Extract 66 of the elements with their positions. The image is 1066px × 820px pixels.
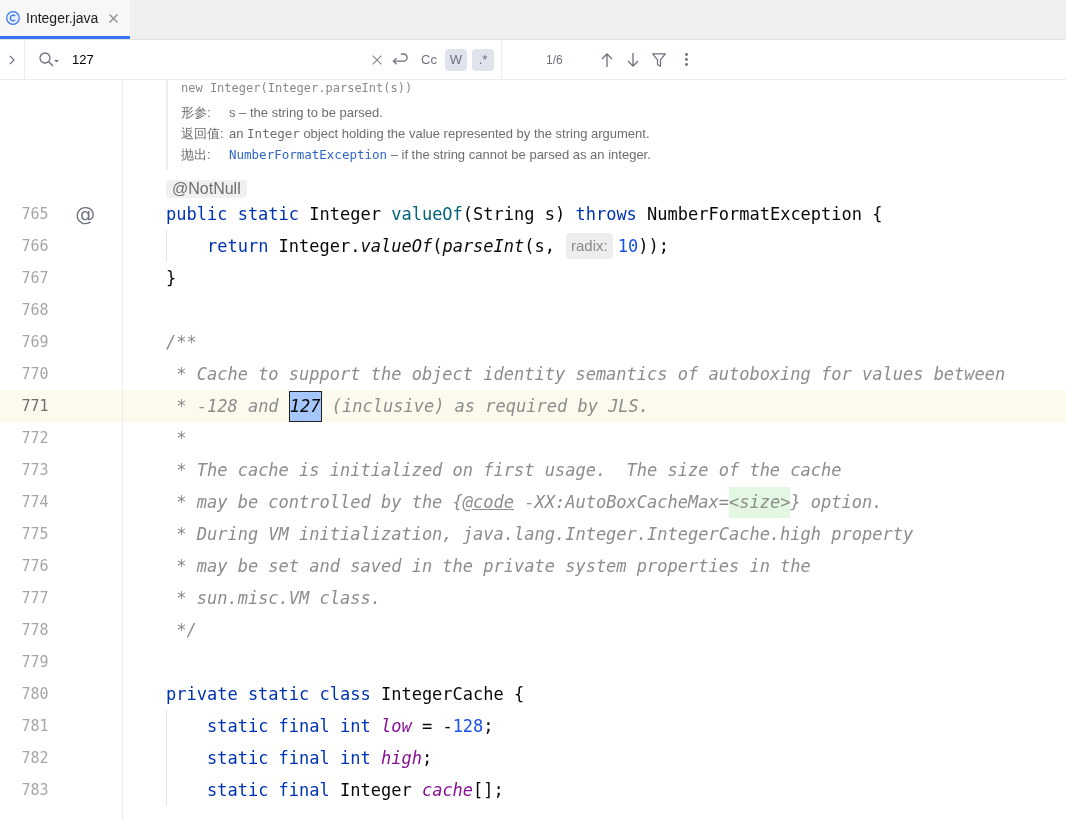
doc-text: s – the string to be parsed. [229, 105, 383, 120]
search-option-toggle[interactable]: W [445, 48, 467, 71]
doc-label: 形参: [181, 103, 212, 122]
line-number: 773 [20, 460, 49, 481]
line-number: 777 [20, 588, 49, 609]
search-match: 127 [288, 390, 322, 422]
doc-signature: new Integer(Integer.parseInt(s)) [181, 80, 414, 96]
line-number: 770 [20, 364, 49, 385]
line-number: 779 [20, 652, 49, 673]
annotation-hint: @NotNull [166, 180, 247, 198]
doc-text: an Integer object holding the value represented by the string argument. [229, 126, 650, 141]
code-text: static final int low = -128; [206, 716, 494, 736]
search-icon[interactable] [39, 52, 59, 67]
code-text: public static Integer valueOf(String s) throws NumberFormatException { [166, 204, 883, 224]
line-number: 781 [20, 716, 49, 737]
line-number: 768 [20, 300, 49, 321]
filter-icon[interactable] [651, 52, 666, 67]
search-option-toggle[interactable]: Cc [418, 48, 440, 71]
code-text: * may be controlled by the {@code -XX:AutoBoxCacheMax=<size>} option. [176, 486, 883, 518]
doc-label: 抛出: [181, 145, 212, 164]
line-number: 769 [20, 332, 49, 353]
code-text: static final int high; [206, 748, 433, 768]
code-text: static final Integer cache[]; [206, 780, 504, 800]
match-count: 1/6 [546, 52, 563, 67]
line-number: 776 [20, 556, 49, 577]
code-text: return Integer.valueOf(parseInt(s, [206, 236, 555, 256]
code-text: * During VM initialization, java.lang.Integer.IntegerCache.high property [176, 524, 914, 544]
line-number: 778 [20, 620, 49, 641]
code-text: */ [176, 620, 197, 640]
doc-label: 返回值: [181, 124, 225, 143]
line-number: 767 [20, 268, 49, 289]
search-option-toggle[interactable]: .* [472, 48, 494, 71]
line-number: 774 [20, 492, 49, 513]
gutter-at-sign[interactable]: @ [75, 203, 96, 225]
arrow-up-icon[interactable] [600, 52, 613, 67]
line-number: 766 [20, 236, 49, 257]
line-number: 775 [20, 524, 49, 545]
chevron-right-icon[interactable] [9, 54, 15, 65]
parameter-hint: radix: [566, 233, 613, 259]
search-field[interactable]: 127 [72, 49, 364, 70]
code-text: * [176, 428, 187, 448]
line-number: 782 [20, 748, 49, 769]
code-text: 10)); [617, 236, 669, 256]
code-text: (inclusive) as required by JLS. [330, 396, 650, 416]
code-text: /** [166, 332, 197, 352]
code-text: } [166, 268, 177, 288]
code-text: * sun.misc.VM class. [176, 588, 381, 608]
close-icon[interactable] [109, 13, 118, 23]
line-number: 771 [20, 396, 49, 417]
circled-c-icon [6, 11, 20, 25]
code-text: * -128 and [176, 396, 280, 416]
line-number: 765 [20, 204, 49, 225]
doc-link[interactable]: NumberFormatException [229, 147, 388, 162]
line-number: 783 [20, 780, 49, 801]
code-text: * The cache is initialized on first usage. The size of the cache [176, 460, 842, 480]
more-icon[interactable] [684, 53, 688, 66]
code-text: private static class IntegerCache { [166, 684, 525, 704]
doc-text: NumberFormatException – if the string cannot be parsed as an integer. [229, 147, 651, 162]
arrow-down-icon[interactable] [626, 52, 639, 67]
line-number: 780 [20, 684, 49, 705]
code-text: * may be set and saved in the private system properties in the [176, 556, 811, 576]
return-arrow-icon[interactable] [392, 53, 408, 66]
code-text: * Cache to support the object identity semantics of autoboxing for values between [176, 364, 1006, 384]
editor-tab[interactable]: Integer.java [0, 0, 130, 39]
clear-icon[interactable] [372, 54, 382, 65]
line-number: 772 [20, 428, 49, 449]
